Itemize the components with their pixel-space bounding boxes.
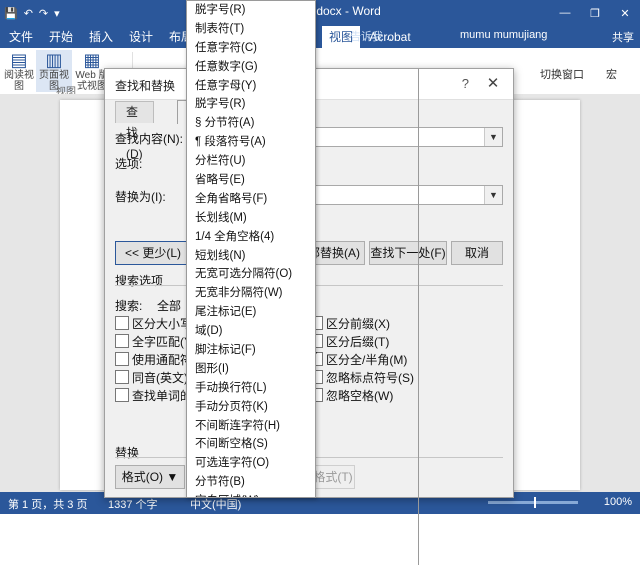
menu-item-13[interactable]: 短划线(N) <box>187 247 315 266</box>
tab-insert[interactable]: 插入 <box>82 26 120 48</box>
menu-item-24[interactable]: 可选连字符(O) <box>187 454 315 473</box>
macro-button[interactable]: 宏 <box>606 66 617 82</box>
checkbox-match-suffix[interactable]: 区分后缀(T) <box>309 333 389 350</box>
checkbox-ignore-punctuation[interactable]: 忽略标点符号(S) <box>309 369 414 386</box>
chevron-down-icon[interactable]: ▼ <box>484 128 502 146</box>
touch-mode-icon[interactable]: ▾ <box>54 7 60 20</box>
menu-item-22[interactable]: 不间断连字符(H) <box>187 417 315 436</box>
tell-me-search[interactable]: 告诉我... <box>350 28 392 44</box>
chevron-down-icon-2[interactable]: ▼ <box>484 186 502 204</box>
menu-item-9[interactable]: 省略号(E) <box>187 171 315 190</box>
save-icon[interactable]: 💾 <box>4 7 18 20</box>
word-application-window: 💾 ↶ ↷ ▾ ....docx - Word — ❐ ✕ 文件 开始 插入 设… <box>0 0 640 565</box>
status-language[interactable]: 中文(中国) <box>190 496 241 512</box>
undo-icon[interactable]: ↶ <box>24 7 33 20</box>
checkbox-whole-word[interactable]: 全字匹配(Y) <box>115 333 196 350</box>
maximize-button[interactable]: ❐ <box>580 0 610 26</box>
redo-icon[interactable]: ↷ <box>39 7 48 20</box>
menu-item-4[interactable]: 任意字母(Y) <box>187 77 315 96</box>
title-bar: 💾 ↶ ↷ ▾ ....docx - Word — ❐ ✕ <box>0 0 640 26</box>
status-page-number[interactable]: 第 1 页，共 3 页 <box>8 496 87 512</box>
checkbox-match-width[interactable]: 区分全/半角(M) <box>309 349 407 368</box>
replace-label: 替换为(I): <box>115 190 166 204</box>
menu-item-6[interactable]: § 分节符(A) <box>187 114 315 133</box>
menu-item-7[interactable]: ¶ 段落符号(A) <box>187 133 315 152</box>
switch-windows-button[interactable]: 切换窗口 <box>540 66 584 82</box>
close-button[interactable]: ✕ <box>610 0 640 26</box>
print-layout-icon: ▥ <box>45 50 63 70</box>
menu-item-23[interactable]: 不间断空格(S) <box>187 435 315 454</box>
read-view-icon: ▤ <box>10 50 28 70</box>
menu-item-3[interactable]: 任意数字(G) <box>187 58 315 77</box>
menu-item-15[interactable]: 无宽非分隔符(W) <box>187 284 315 303</box>
tab-design[interactable]: 设计 <box>122 26 160 48</box>
find-next-button[interactable]: 查找下一处(F) <box>369 241 447 265</box>
menu-item-11[interactable]: 长划线(M) <box>187 209 315 228</box>
menu-item-5[interactable]: 脱字号(R) <box>187 95 315 114</box>
dialog-title: 查找和替换 <box>115 79 176 93</box>
menu-item-1[interactable]: 制表符(T) <box>187 20 315 39</box>
dialog-panel-divider <box>418 69 419 565</box>
search-scope-label: 搜索: <box>115 299 143 313</box>
help-icon[interactable]: ? <box>462 76 469 91</box>
menu-item-12[interactable]: 1/4 全角空格(4) <box>187 228 315 247</box>
share-button[interactable]: 共享 <box>612 29 634 45</box>
minimize-button[interactable]: — <box>550 0 580 26</box>
menu-item-14[interactable]: 无宽可选分隔符(O) <box>187 265 315 284</box>
menu-item-10[interactable]: 全角省略号(F) <box>187 190 315 209</box>
read-view-label: 阅读视图 <box>4 70 34 92</box>
window-controls[interactable]: — ❐ ✕ <box>550 0 640 26</box>
menu-item-25[interactable]: 分节符(B) <box>187 473 315 492</box>
document-title: ....docx - Word <box>303 4 381 18</box>
ribbon-tab-strip: 文件 开始 插入 设计 布局 引用 邮件 审阅 视图 Acrobat 告诉我..… <box>0 26 640 48</box>
user-account-label[interactable]: mumu mumujiang <box>460 29 547 41</box>
menu-item-16[interactable]: 尾注标记(E) <box>187 303 315 322</box>
format-button[interactable]: 格式(O) ▼ <box>115 465 185 489</box>
menu-item-17[interactable]: 域(D) <box>187 322 315 341</box>
menu-item-26[interactable]: 空白区域(W) <box>187 492 315 497</box>
tab-file[interactable]: 文件 <box>2 26 40 48</box>
menu-item-20[interactable]: 手动换行符(L) <box>187 379 315 398</box>
quick-access-toolbar[interactable]: 💾 ↶ ↷ ▾ <box>4 3 60 23</box>
view-read-mode-button[interactable]: ▤ 阅读视图 <box>2 50 36 92</box>
zoom-slider-handle[interactable] <box>534 497 536 508</box>
status-zoom-level[interactable]: 100% <box>604 496 632 508</box>
search-options-title: 搜索选项 <box>115 274 164 288</box>
zoom-slider[interactable] <box>488 501 578 504</box>
options-label: 选项: <box>115 157 143 171</box>
menu-item-2[interactable]: 任意字符(C) <box>187 39 315 58</box>
menu-item-8[interactable]: 分栏符(U) <box>187 152 315 171</box>
status-word-count[interactable]: 1337 个字 <box>108 496 158 512</box>
less-button[interactable]: << 更少(L) <box>115 241 191 265</box>
close-icon[interactable]: ✕ <box>483 74 503 92</box>
checkbox-match-prefix[interactable]: 区分前缀(X) <box>309 315 390 332</box>
menu-item-21[interactable]: 手动分页符(K) <box>187 398 315 417</box>
checkbox-ignore-whitespace[interactable]: 忽略空格(W) <box>309 387 393 404</box>
menu-item-18[interactable]: 脚注标记(F) <box>187 341 315 360</box>
find-label: 查找内容(N): <box>115 132 183 146</box>
tab-home[interactable]: 开始 <box>42 26 80 48</box>
menu-item-0[interactable]: 脱字号(R) <box>187 1 315 20</box>
cancel-button[interactable]: 取消 <box>451 241 503 265</box>
web-layout-icon: ▦ <box>83 50 101 70</box>
special-format-menu[interactable]: 脱字号(R) 制表符(T) 任意字符(C) 任意数字(G) 任意字母(Y) 脱字… <box>186 0 316 498</box>
search-scope-value: 全部 <box>157 299 182 313</box>
tab-find[interactable]: 查找(D) <box>115 101 154 161</box>
menu-item-19[interactable]: 图形(I) <box>187 360 315 379</box>
replace-section-title: 替换 <box>115 446 140 460</box>
